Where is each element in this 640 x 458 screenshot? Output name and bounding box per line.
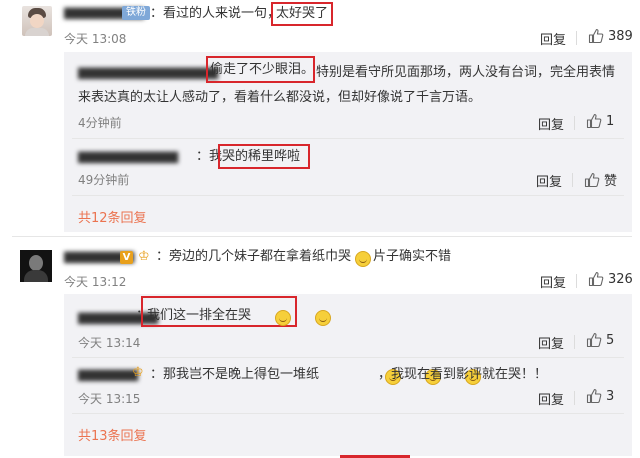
avatar[interactable] — [20, 250, 52, 282]
highlight-box: 哭的稀里哗啦 — [218, 144, 310, 169]
verified-badge: V — [120, 251, 133, 264]
reply-username[interactable]: ▆▆▆▆▆▆ — [78, 366, 138, 384]
reply-time: 今天 13:14 — [78, 336, 141, 350]
more-replies-link[interactable]: 共12条回复 — [78, 207, 147, 226]
like-button[interactable]: 3 — [586, 388, 614, 404]
like-label: 赞 — [604, 174, 618, 189]
thumbs-up-icon — [586, 332, 602, 348]
crown-badge-icon: ♔ — [132, 365, 144, 380]
like-count: 389 — [608, 28, 633, 44]
like-button[interactable]: 1 — [586, 113, 614, 129]
reply-text: 特别是看守所见面那场，两人没有台词，完全用表情 — [316, 65, 616, 80]
divider — [572, 173, 573, 187]
more-replies-link[interactable]: 共13条回复 — [78, 425, 147, 444]
comment-text: ：旁边的几个妹子都在拿着纸巾哭 — [156, 249, 352, 264]
like-button[interactable]: 326 — [588, 271, 633, 287]
comment-1: ▆▆▆▆▆▆▆▆ 铁粉 ：看过的人来说一句， 太好哭了 今天 13:08 回复 … — [0, 0, 640, 232]
avatar[interactable] — [22, 6, 52, 36]
reply-text: 来表达真的太让人感动了，看着什么都没说，但却好像说了千言万语。 — [78, 90, 482, 105]
reply-username[interactable]: ▆▆▆▆▆▆▆▆▆▆▆▆▆▆ — [78, 64, 218, 82]
divider — [72, 195, 624, 196]
comment-divider — [12, 236, 632, 237]
reply-text: 我们这一排全在哭 — [147, 308, 252, 323]
crying-emoji-icon — [355, 251, 371, 267]
like-button[interactable]: 389 — [588, 28, 633, 44]
divider — [576, 274, 577, 288]
reply-time: 49分钟前 — [78, 173, 130, 187]
reply-text: ：那我岂不是晚上得包一堆纸 — [150, 367, 320, 382]
reply-button[interactable]: 回复 — [536, 171, 562, 190]
like-button[interactable]: 赞 — [584, 170, 617, 189]
divider — [574, 116, 575, 130]
thumbs-up-icon — [586, 113, 602, 129]
crown-badge-icon: ♔ — [138, 249, 150, 264]
comment-2: ▆▆▆▆▆▆▆ V ♔ ：旁边的几个妹子都在拿着纸巾哭 片子确实不错 今天 13… — [0, 238, 640, 458]
reply-button[interactable]: 回复 — [540, 272, 566, 291]
reply-username[interactable]: ▆▆▆▆▆▆▆▆▆▆ — [78, 148, 178, 166]
like-count: 3 — [606, 388, 615, 404]
reply-button[interactable]: 回复 — [540, 29, 566, 48]
reply-button[interactable]: 回复 — [538, 389, 564, 408]
reply-time: 4分钟前 — [78, 116, 122, 130]
reply-text: ，我现在看到影评就在哭！！ — [378, 367, 548, 382]
divider — [574, 335, 575, 349]
comment-text: 片子确实不错 — [373, 249, 452, 264]
divider — [72, 413, 624, 414]
divider — [72, 357, 624, 358]
highlight-box: 太好哭了 — [271, 2, 334, 26]
like-count: 5 — [606, 332, 615, 348]
comment-time: 今天 13:12 — [64, 275, 127, 289]
like-count: 1 — [606, 113, 615, 129]
comment-text: ：看过的人来说一句， — [150, 6, 281, 21]
reply-time: 今天 13:15 — [78, 392, 141, 406]
fan-badge: 铁粉 — [122, 6, 150, 20]
thumbs-up-icon — [588, 271, 604, 287]
thumbs-up-icon — [586, 388, 602, 404]
reply-button[interactable]: 回复 — [538, 333, 564, 352]
like-count: 326 — [608, 271, 633, 287]
crying-emoji-icon — [275, 310, 292, 326]
divider — [576, 31, 577, 45]
divider — [72, 138, 624, 139]
like-button[interactable]: 5 — [586, 332, 614, 348]
highlight-box: 偷走了不少眼泪。 — [206, 56, 315, 83]
reply-button[interactable]: 回复 — [538, 114, 564, 133]
comment-time: 今天 13:08 — [64, 32, 127, 46]
thumbs-up-icon — [588, 28, 604, 44]
thumbs-up-icon — [584, 172, 600, 187]
divider — [574, 391, 575, 405]
